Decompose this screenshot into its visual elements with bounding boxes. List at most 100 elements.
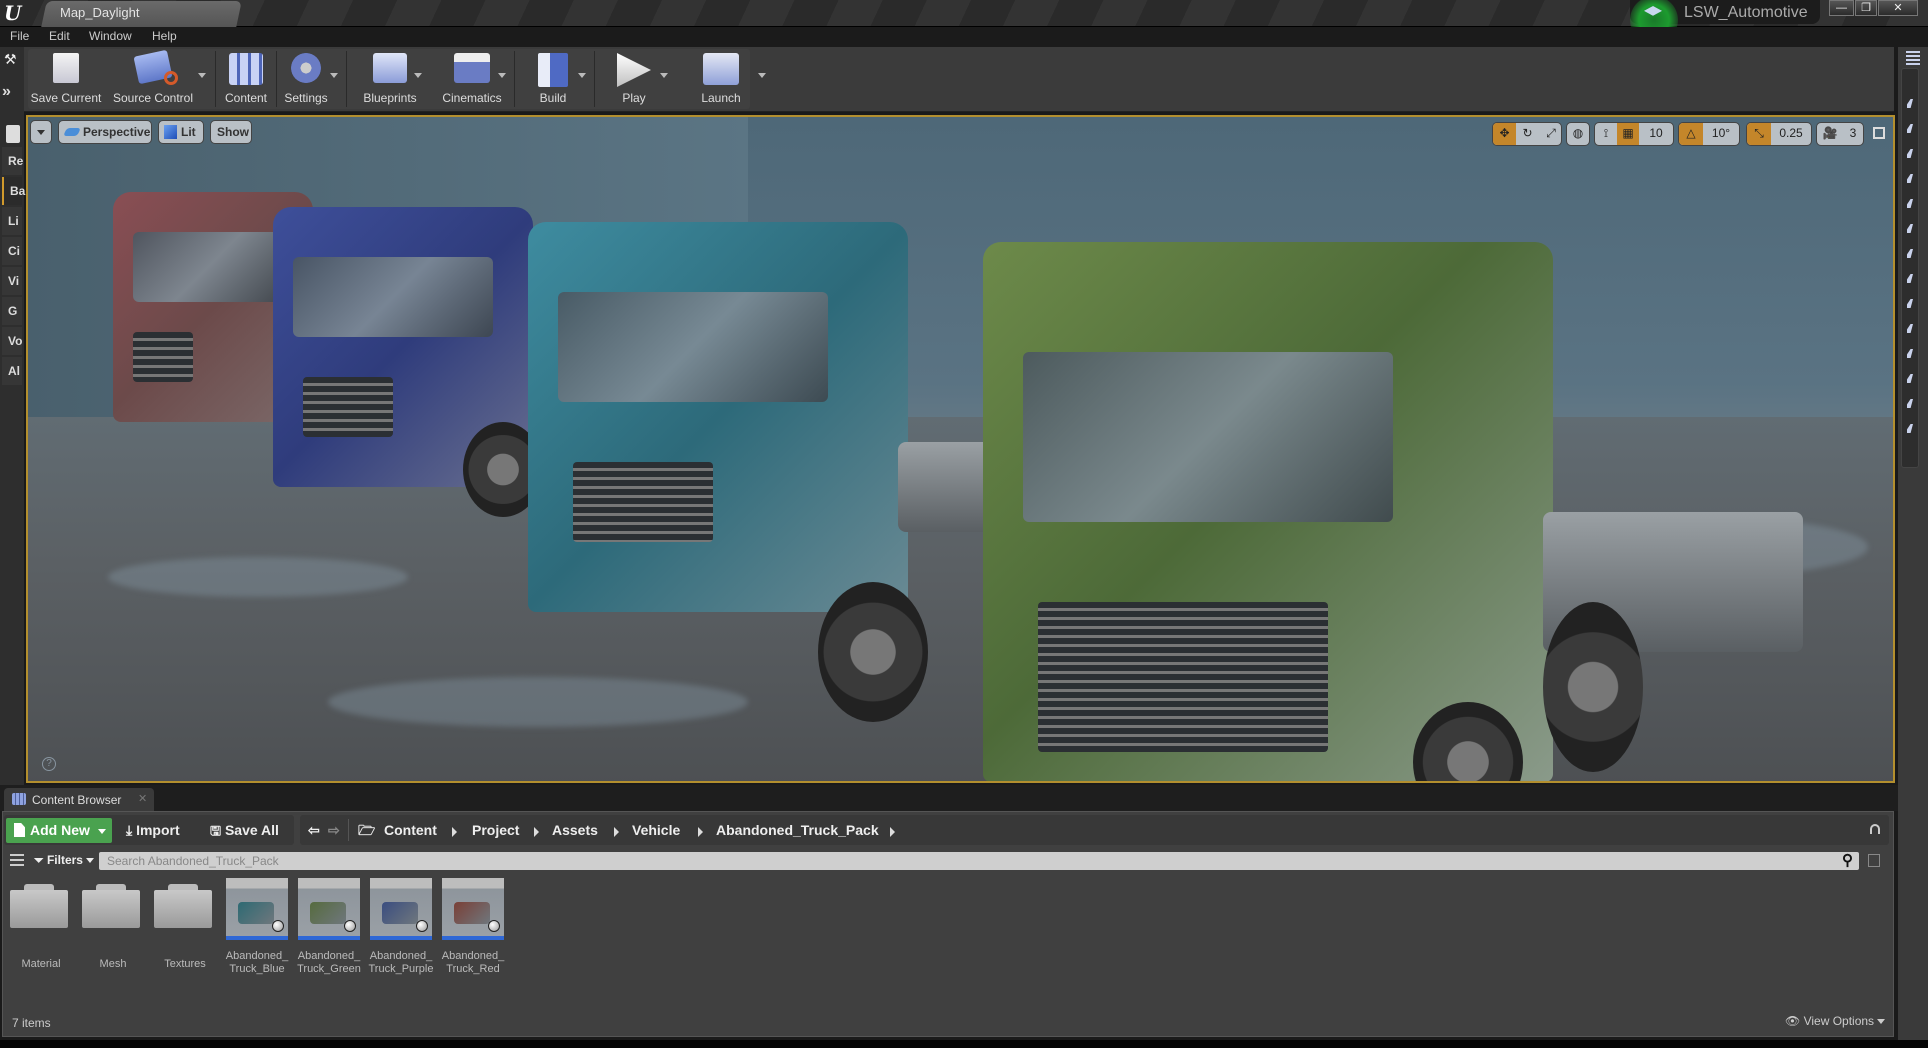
maximize-viewport-icon[interactable] — [1873, 127, 1885, 139]
breadcrumb-arrow-icon[interactable] — [698, 827, 703, 837]
cinematics-button[interactable]: Cinematics — [430, 49, 514, 107]
asset-search-input[interactable]: Search Abandoned_Truck_Pack — [99, 852, 1859, 870]
launch-dropdown-caret[interactable] — [758, 73, 766, 78]
toolbar-separator — [514, 51, 515, 107]
close-button[interactable]: ✕ — [1878, 0, 1918, 16]
folder-icon — [82, 890, 140, 928]
world-outliner-collapsed[interactable] — [1901, 68, 1919, 468]
save-search-icon[interactable] — [1868, 854, 1880, 867]
content-browser-toolbar: Add New ⤓ Import 🖫 Save All ⇦ ⇨ 🗁 Conten… — [4, 815, 1889, 845]
world-globe-icon: ◍ — [1572, 126, 1584, 140]
perspective-button[interactable]: Perspective — [58, 120, 152, 144]
build-dropdown-caret[interactable] — [578, 73, 586, 78]
expand-panel-icon[interactable]: » — [2, 83, 11, 101]
actor-icon — [1907, 99, 1913, 108]
mode-tab-cinematic[interactable]: Ci — [2, 237, 22, 265]
viewport-options-dropdown[interactable] — [30, 120, 52, 144]
asset-tile[interactable]: Abandoned_ Truck_Purple — [368, 878, 434, 978]
search-icon[interactable] — [6, 125, 20, 143]
menu-window[interactable]: Window — [89, 29, 132, 43]
save-current-button[interactable]: Save Current — [28, 49, 104, 107]
level-viewport[interactable]: ? — [26, 115, 1895, 783]
camera-speed-button[interactable]: 🎥 3 — [1816, 122, 1864, 146]
folder-mesh[interactable]: Mesh — [80, 878, 146, 978]
content-button[interactable]: Content — [218, 49, 274, 107]
surface-snap-icon[interactable]: ⟟ — [1595, 123, 1617, 145]
breadcrumb-arrow-icon[interactable] — [534, 827, 539, 837]
mode-tab-all-classes[interactable]: Al — [2, 357, 22, 385]
mode-tab-recent[interactable]: Re — [2, 147, 23, 175]
actor-icon — [1907, 299, 1913, 308]
folder-material[interactable]: Material — [8, 878, 74, 978]
mode-tab-volumes[interactable]: Vo — [2, 327, 22, 355]
grid-snap-toggle-icon[interactable]: ▦ — [1617, 123, 1639, 145]
content-browser-tab[interactable]: Content Browser ✕ — [4, 788, 154, 811]
asset-tile[interactable]: Abandoned_ Truck_Blue — [224, 878, 290, 978]
lit-button[interactable]: Lit — [158, 120, 204, 144]
breadcrumb-assets[interactable]: Assets — [552, 818, 598, 843]
source-control-dropdown-caret[interactable] — [198, 73, 206, 78]
show-button[interactable]: Show — [210, 120, 252, 144]
filters-button[interactable]: ⏷ Filters — [34, 853, 95, 868]
search-icon[interactable]: ⚲ — [1842, 851, 1853, 869]
source-control-button[interactable]: Source Control — [108, 49, 198, 107]
help-icon[interactable]: ? — [42, 757, 56, 771]
asset-tile[interactable]: Abandoned_ Truck_Green — [296, 878, 362, 978]
filter-row: ⏷ Filters Search Abandoned_Truck_Pack ⚲ — [4, 850, 1889, 874]
breadcrumb-abandoned-truck-pack[interactable]: Abandoned_Truck_Pack — [716, 818, 879, 843]
menu-help[interactable]: Help — [152, 29, 177, 43]
coordinate-system-button[interactable]: ◍ — [1566, 122, 1590, 146]
import-button[interactable]: ⤓ Import — [126, 818, 180, 843]
mode-tab-geometry[interactable]: G — [2, 297, 22, 325]
breadcrumb-content[interactable]: Content — [384, 818, 437, 843]
mode-tab-basic[interactable]: Ba — [2, 177, 25, 205]
truck-thumbnail-icon — [310, 902, 346, 924]
scale-snap-toggle-icon[interactable]: ⤡ — [1747, 123, 1771, 145]
settings-button[interactable]: Settings — [278, 49, 334, 107]
menu-edit[interactable]: Edit — [49, 29, 70, 43]
play-icon — [617, 53, 651, 87]
rotation-snap-value[interactable]: 10° — [1703, 123, 1739, 145]
project-name: LSW_Automotive — [1684, 4, 1808, 21]
breadcrumb-arrow-icon[interactable] — [614, 827, 619, 837]
modes-icon[interactable]: ⚒ — [4, 51, 17, 68]
add-new-button[interactable]: Add New — [6, 818, 112, 843]
lock-icon[interactable] — [1870, 824, 1880, 834]
asset-label: Abandoned_ Truck_Red — [441, 950, 505, 975]
scale-snap-value[interactable]: 0.25 — [1771, 123, 1811, 145]
translate-mode-icon[interactable]: ✥ — [1493, 123, 1516, 145]
rotation-snap-toggle-icon[interactable]: △ — [1679, 123, 1703, 145]
asset-tile[interactable]: Abandoned_ Truck_Red — [440, 878, 506, 978]
list-icon[interactable] — [1906, 51, 1920, 65]
mode-tab-visual-effects[interactable]: Vi — [2, 267, 22, 295]
build-button[interactable]: Build — [518, 49, 588, 107]
lit-cube-icon — [164, 125, 177, 139]
minimize-button[interactable]: — — [1829, 0, 1854, 16]
cinematics-dropdown-caret[interactable] — [498, 73, 506, 78]
play-dropdown-caret[interactable] — [660, 73, 668, 78]
view-options-button[interactable]: 👁 View Options — [1785, 1014, 1886, 1028]
sources-panel-icon[interactable] — [10, 854, 24, 868]
back-arrow-icon[interactable]: ⇦ — [308, 818, 320, 843]
save-all-button[interactable]: 🖫 Save All — [210, 818, 279, 843]
breadcrumb-vehicle[interactable]: Vehicle — [632, 818, 680, 843]
rotate-mode-icon[interactable]: ↻ — [1516, 123, 1539, 145]
restore-button[interactable]: ❐ — [1855, 0, 1877, 16]
mode-tab-lights[interactable]: Li — [2, 207, 22, 235]
folder-label: Material — [21, 958, 61, 970]
close-tab-icon[interactable]: ✕ — [138, 792, 147, 805]
breadcrumb-arrow-icon[interactable] — [452, 827, 457, 837]
folder-textures[interactable]: Textures — [152, 878, 218, 978]
settings-dropdown-caret[interactable] — [330, 73, 338, 78]
launch-button[interactable]: Launch — [676, 49, 766, 107]
chevron-down-icon — [1877, 1019, 1886, 1025]
blueprints-button[interactable]: Blueprints — [350, 49, 430, 107]
breadcrumb-project[interactable]: Project — [472, 818, 519, 843]
forward-arrow-icon[interactable]: ⇨ — [328, 818, 340, 843]
menu-file[interactable]: File — [10, 29, 29, 43]
blueprints-dropdown-caret[interactable] — [414, 73, 422, 78]
play-button[interactable]: Play — [598, 49, 670, 107]
scale-mode-icon[interactable]: ⤢ — [1539, 123, 1561, 145]
grid-snap-value[interactable]: 10 — [1639, 123, 1673, 145]
breadcrumb-arrow-icon[interactable] — [890, 827, 895, 837]
